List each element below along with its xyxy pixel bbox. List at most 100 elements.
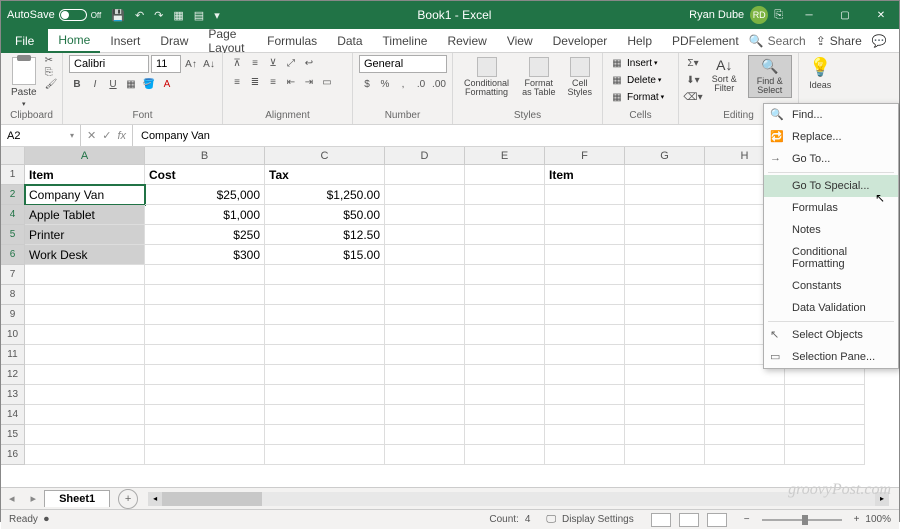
- cell[interactable]: [545, 385, 625, 405]
- cell[interactable]: [265, 345, 385, 365]
- row-header[interactable]: 11: [1, 345, 25, 365]
- column-header[interactable]: G: [625, 147, 705, 164]
- cell[interactable]: [265, 385, 385, 405]
- clear-icon[interactable]: ⌫▾: [685, 89, 701, 105]
- column-header[interactable]: B: [145, 147, 265, 164]
- enter-icon[interactable]: ✓: [102, 129, 111, 142]
- cell[interactable]: [25, 445, 145, 465]
- menu-item-constants[interactable]: Constants: [764, 275, 898, 297]
- comments-button[interactable]: 💬: [872, 34, 891, 48]
- cell[interactable]: [785, 445, 865, 465]
- delete-cells-button[interactable]: ▦Delete▾: [609, 72, 661, 88]
- cell[interactable]: [625, 205, 705, 225]
- cell[interactable]: $15.00: [265, 245, 385, 265]
- cell[interactable]: [545, 365, 625, 385]
- underline-button[interactable]: U: [105, 76, 121, 92]
- cell[interactable]: Work Desk: [25, 245, 145, 265]
- insert-cells-button[interactable]: ▦Insert▾: [609, 55, 658, 71]
- row-header[interactable]: 4: [1, 205, 25, 225]
- font-name-combo[interactable]: Calibri: [69, 55, 149, 73]
- row-header[interactable]: 12: [1, 365, 25, 385]
- menu-item-select-objects[interactable]: ↖Select Objects: [764, 324, 898, 346]
- fx-icon[interactable]: fx: [117, 130, 126, 142]
- merge-icon[interactable]: ▭: [319, 74, 335, 90]
- sheet-nav-prev[interactable]: ◂: [1, 492, 23, 505]
- cell[interactable]: [385, 385, 465, 405]
- cell[interactable]: [465, 285, 545, 305]
- decrease-font-icon[interactable]: A↓: [201, 56, 217, 72]
- tab-page-layout[interactable]: Page Layout: [198, 29, 257, 53]
- tab-home[interactable]: Home: [48, 29, 100, 53]
- cell[interactable]: [25, 265, 145, 285]
- cell[interactable]: [705, 405, 785, 425]
- cell[interactable]: $300: [145, 245, 265, 265]
- cell[interactable]: [145, 385, 265, 405]
- column-header[interactable]: C: [265, 147, 385, 164]
- column-header[interactable]: F: [545, 147, 625, 164]
- cell[interactable]: [465, 185, 545, 205]
- cell[interactable]: [385, 205, 465, 225]
- cell[interactable]: [465, 225, 545, 245]
- cell[interactable]: [145, 265, 265, 285]
- cell-styles-button[interactable]: Cell Styles: [564, 55, 597, 99]
- column-header[interactable]: D: [385, 147, 465, 164]
- currency-icon[interactable]: $: [359, 76, 375, 92]
- cell[interactable]: [385, 345, 465, 365]
- zoom-level[interactable]: 100%: [865, 514, 891, 525]
- align-top-icon[interactable]: ⊼: [229, 55, 245, 71]
- cell[interactable]: [625, 185, 705, 205]
- cell[interactable]: [385, 285, 465, 305]
- cell[interactable]: [545, 285, 625, 305]
- align-middle-icon[interactable]: ≡: [247, 55, 263, 71]
- zoom-out-button[interactable]: −: [744, 514, 750, 525]
- cell[interactable]: [625, 245, 705, 265]
- qat-icon[interactable]: ▦: [173, 9, 183, 22]
- cell[interactable]: [625, 225, 705, 245]
- cell[interactable]: [465, 365, 545, 385]
- cell[interactable]: [385, 165, 465, 185]
- menu-item-data-validation[interactable]: Data Validation: [764, 297, 898, 319]
- fill-icon[interactable]: ⬇▾: [685, 72, 701, 88]
- cell[interactable]: [265, 265, 385, 285]
- align-bottom-icon[interactable]: ⊻: [265, 55, 281, 71]
- row-header[interactable]: 8: [1, 285, 25, 305]
- cell[interactable]: [465, 405, 545, 425]
- cell[interactable]: [545, 305, 625, 325]
- wrap-text-icon[interactable]: ↩: [301, 55, 317, 71]
- row-header[interactable]: 9: [1, 305, 25, 325]
- row-header[interactable]: 2: [1, 185, 25, 205]
- menu-item-selection-pane[interactable]: ▭Selection Pane...: [764, 346, 898, 368]
- cell[interactable]: [545, 425, 625, 445]
- row-header[interactable]: 5: [1, 225, 25, 245]
- tab-timeline[interactable]: Timeline: [373, 29, 438, 53]
- cell[interactable]: [625, 305, 705, 325]
- add-sheet-button[interactable]: +: [118, 489, 138, 509]
- cell[interactable]: [545, 445, 625, 465]
- name-box[interactable]: A2▾: [1, 125, 81, 146]
- increase-font-icon[interactable]: A↑: [183, 56, 199, 72]
- select-all-corner[interactable]: [1, 147, 25, 164]
- page-break-view-button[interactable]: [707, 513, 727, 527]
- scroll-left-icon[interactable]: ◂: [148, 492, 162, 506]
- cell[interactable]: [625, 365, 705, 385]
- scroll-thumb[interactable]: [162, 492, 262, 506]
- cell[interactable]: [25, 385, 145, 405]
- page-layout-view-button[interactable]: [679, 513, 699, 527]
- cell[interactable]: Item: [25, 165, 145, 185]
- tab-review[interactable]: Review: [437, 29, 496, 53]
- cell[interactable]: [545, 265, 625, 285]
- menu-item-notes[interactable]: Notes: [764, 219, 898, 241]
- tab-file[interactable]: File: [1, 29, 48, 53]
- display-settings-button[interactable]: 🖵 Display Settings: [538, 514, 641, 525]
- tab-pdfelement[interactable]: PDFelement: [662, 29, 749, 53]
- cell[interactable]: [145, 365, 265, 385]
- cell[interactable]: [465, 345, 545, 365]
- cancel-icon[interactable]: ✕: [87, 129, 96, 142]
- cell[interactable]: [625, 405, 705, 425]
- cell[interactable]: [385, 365, 465, 385]
- zoom-in-button[interactable]: +: [854, 514, 860, 525]
- cell[interactable]: [265, 305, 385, 325]
- cell[interactable]: [385, 225, 465, 245]
- minimize-button[interactable]: ─: [791, 1, 827, 29]
- row-header[interactable]: 15: [1, 425, 25, 445]
